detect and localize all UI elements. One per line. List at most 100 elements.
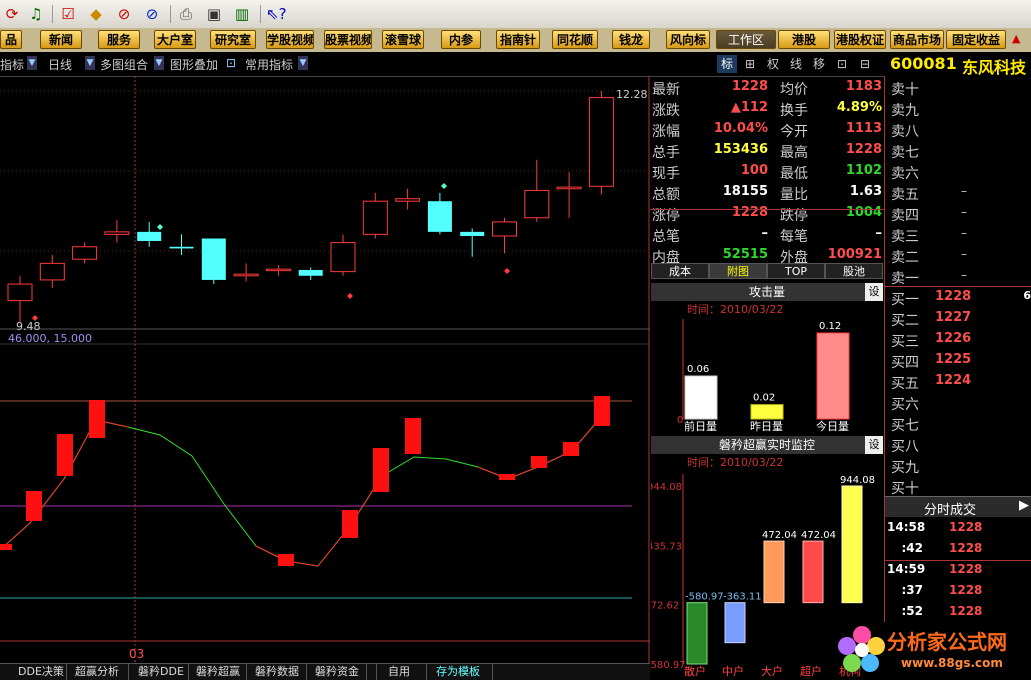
menu-button-12[interactable]: 风向标 bbox=[666, 30, 710, 49]
bar-value: 472.04 bbox=[801, 530, 836, 541]
period-label[interactable]: 日线 bbox=[48, 56, 72, 73]
arrow-right-icon[interactable]: ▶ bbox=[1019, 498, 1029, 513]
sell-label: 卖八 bbox=[891, 124, 919, 140]
menu-button-4[interactable]: 研究室 bbox=[210, 30, 256, 49]
overlay-label[interactable]: 图形叠加 bbox=[170, 56, 218, 73]
settings-button[interactable]: 设 bbox=[865, 436, 883, 454]
bottom-tab-7[interactable]: 存为模板 bbox=[436, 664, 480, 680]
quote-value: ▲112 bbox=[730, 100, 768, 115]
candle-body bbox=[588, 97, 614, 187]
chevron-down-icon[interactable]: ▼ bbox=[27, 56, 37, 70]
chevron-down-icon[interactable]: ▼ bbox=[154, 56, 164, 70]
sell-label: 卖十 bbox=[891, 82, 919, 98]
menu-button-3[interactable]: 大户室 bbox=[154, 30, 196, 49]
sub-tab-2[interactable]: TOP bbox=[767, 263, 825, 279]
quote-label: 涨幅 bbox=[652, 124, 680, 140]
axis-label: 435.73 bbox=[651, 541, 682, 552]
bottom-tab-6[interactable]: 自用 bbox=[388, 664, 410, 680]
menu-button-10[interactable]: 同花顺 bbox=[552, 30, 598, 49]
no-icon[interactable]: ⊘ bbox=[114, 4, 134, 24]
menu-button-16[interactable]: 商品市场 bbox=[890, 30, 944, 49]
menu-button-15[interactable]: 港股权证 bbox=[834, 30, 886, 49]
candle-body bbox=[233, 273, 259, 277]
settings-button[interactable]: 设 bbox=[865, 283, 883, 301]
watermark: 分析家公式网 www.88gs.com bbox=[835, 622, 1031, 679]
bell-icon[interactable]: ♫ bbox=[26, 4, 46, 24]
buy-label: 买三 bbox=[891, 334, 919, 350]
quote-label: 最低 bbox=[780, 166, 808, 182]
menu-button-14[interactable]: 港股 bbox=[778, 30, 830, 49]
quote-label: 总笔 bbox=[652, 229, 680, 245]
window-icon[interactable]: ▣ bbox=[204, 4, 224, 24]
quote-label: 总手 bbox=[652, 145, 680, 161]
menu-button-7[interactable]: 滚雪球 bbox=[382, 30, 424, 49]
quote-value: 10.04% bbox=[713, 121, 768, 136]
tick-time: :52 bbox=[901, 604, 924, 618]
chart-tab-1[interactable]: ⊞ bbox=[740, 55, 760, 73]
quote-value: 1228 bbox=[731, 79, 768, 94]
menu-button-17[interactable]: 固定收益 bbox=[946, 30, 1006, 49]
block-icon[interactable]: ⊘ bbox=[142, 4, 162, 24]
quote-label: 均价 bbox=[780, 82, 808, 98]
menu-button-6[interactable]: 股票视频 bbox=[324, 30, 372, 49]
chart-tab-2[interactable]: 权 bbox=[763, 55, 783, 73]
chart-tab-4[interactable]: 移 bbox=[809, 55, 829, 73]
monitor-bar bbox=[841, 485, 863, 604]
lock-icon[interactable]: ⊡ bbox=[226, 56, 236, 70]
chevron-down-icon[interactable]: ▼ bbox=[85, 56, 95, 70]
menu-button-0[interactable]: 品 bbox=[0, 30, 22, 49]
sub-tab-1[interactable]: 附图 bbox=[709, 263, 767, 279]
bottom-tab-2[interactable]: 磐矜DDE bbox=[138, 664, 184, 680]
bottom-tab-0[interactable]: DDE决策 bbox=[18, 664, 64, 680]
sub-tabs: 成本 附图 TOP 股池 bbox=[651, 263, 883, 280]
refresh-icon[interactable]: ⟳ bbox=[2, 4, 22, 24]
books-icon[interactable]: ▥ bbox=[232, 4, 252, 24]
menu-button-1[interactable]: 新闻 bbox=[40, 30, 82, 49]
watermark-site: 分析家公式网 bbox=[887, 630, 1007, 654]
help-icon[interactable]: ⇖? bbox=[266, 4, 287, 24]
check-icon[interactable]: ☑ bbox=[58, 4, 78, 24]
close-icon[interactable]: ▲ bbox=[1012, 32, 1028, 48]
chart-tab-0[interactable]: 标 bbox=[717, 55, 737, 73]
menu-button-9[interactable]: 指南针 bbox=[496, 30, 540, 49]
candle-body bbox=[460, 231, 485, 236]
common-indicator-label[interactable]: 常用指标 bbox=[245, 56, 293, 73]
chart-tab-6[interactable]: ⊟ bbox=[855, 55, 875, 73]
chevron-down-icon[interactable]: ▼ bbox=[298, 56, 308, 70]
candle-body bbox=[72, 246, 98, 260]
indicator-params: 46.000, 15.000 bbox=[8, 332, 92, 345]
combo-label[interactable]: 多图组合 bbox=[100, 56, 148, 73]
candle-body bbox=[492, 221, 517, 237]
sub-tab-3[interactable]: 股池 bbox=[825, 263, 883, 279]
monitor-bar bbox=[724, 602, 746, 644]
stock-code: 600081 bbox=[890, 54, 957, 73]
print-icon[interactable]: ⎙ bbox=[176, 4, 196, 24]
menu-button-2[interactable]: 服务 bbox=[98, 30, 140, 49]
bottom-tab-4[interactable]: 磐矜数据 bbox=[255, 664, 299, 680]
sub-tab-0[interactable]: 成本 bbox=[651, 263, 709, 279]
sell-label: 卖二 bbox=[891, 250, 919, 266]
diamond-icon[interactable]: ◆ bbox=[86, 4, 106, 24]
tick-price: 1228 bbox=[949, 604, 983, 618]
quote-value: 1102 bbox=[845, 163, 882, 178]
sell-volume: – bbox=[961, 205, 967, 219]
chart-tab-5[interactable]: ⊡ bbox=[832, 55, 852, 73]
quote-label: 最高 bbox=[780, 145, 808, 161]
menu-button-13[interactable]: 工作区 bbox=[716, 30, 776, 49]
bottom-tab-3[interactable]: 磐矜超赢 bbox=[196, 664, 240, 680]
bottom-tab-1[interactable]: 超赢分析 bbox=[75, 664, 119, 680]
ticks-list: 14:58 1228:42 1228 14:59 1228:37 1228:52 1228 bbox=[884, 516, 1031, 622]
menu-button-11[interactable]: 钱龙 bbox=[612, 30, 650, 49]
indicator-bar bbox=[531, 456, 547, 468]
candle-body bbox=[265, 268, 291, 272]
chart-tab-3[interactable]: 线 bbox=[786, 55, 806, 73]
menu-button-5[interactable]: 学股视频 bbox=[266, 30, 314, 49]
indicator-bar bbox=[89, 400, 105, 438]
bar-label: 散户 bbox=[684, 664, 706, 678]
bar-label: 前日量 bbox=[684, 419, 717, 433]
menu-button-8[interactable]: 内参 bbox=[441, 30, 481, 49]
panel-monitor-title: 磐矜超赢实时监控 设 bbox=[651, 436, 883, 454]
bottom-tab-5[interactable]: 磐矜资金 bbox=[315, 664, 359, 680]
axis-label: -580.97 bbox=[651, 660, 686, 671]
indicator-label[interactable]: 指标 bbox=[0, 56, 24, 73]
